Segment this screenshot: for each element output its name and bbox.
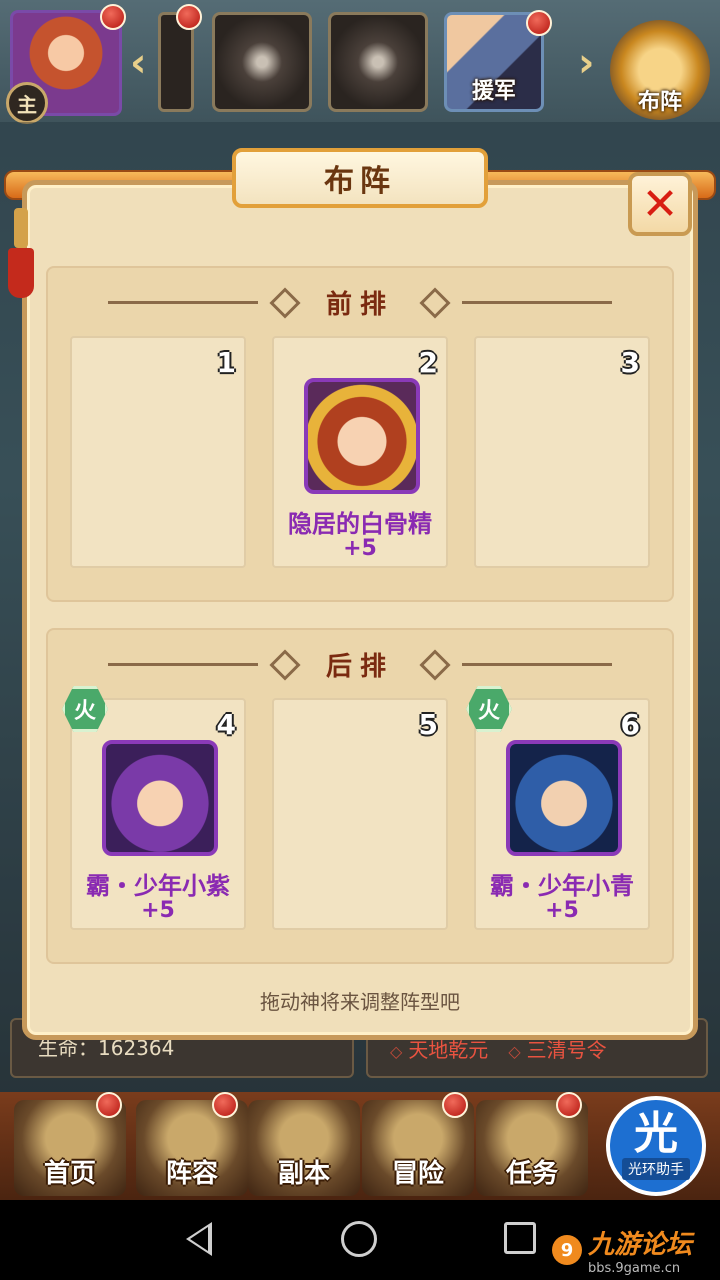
front-row-header: 前排 (48, 284, 672, 321)
diamond-icon: ◇ (390, 1041, 403, 1061)
watermark-title: 九游论坛 (588, 1230, 693, 1260)
nav-dungeon[interactable]: 副本 (248, 1100, 360, 1196)
modal-title: 布阵 (324, 164, 396, 199)
halo-assistant-icon: 光 (634, 1108, 678, 1159)
arrow-left-icon[interactable]: ‹ (130, 40, 146, 86)
back-icon[interactable] (186, 1222, 212, 1256)
halo-assistant-label: 光环助手 (622, 1158, 690, 1180)
nav-dungeon-label: 副本 (277, 1159, 330, 1189)
drag-hint: 拖动神将来调整阵型吧 (260, 990, 460, 1014)
close-icon: ✕ (641, 178, 679, 230)
recent-apps-icon[interactable] (504, 1222, 536, 1254)
nav-lineup-label: 阵容 (165, 1159, 218, 1189)
ornament-icon (269, 286, 301, 319)
slot-number: 6 (620, 708, 640, 741)
ornament-icon (419, 286, 451, 319)
formation-slot-5[interactable]: 5 (272, 698, 448, 930)
ornament-icon (419, 648, 451, 681)
nine-game-logo-icon: 9 (552, 1235, 582, 1265)
hero-bonus: +5 (343, 536, 377, 561)
slot-number: 4 (216, 708, 236, 741)
hero-portrait[interactable] (304, 378, 420, 494)
nav-quest-label: 任务 (505, 1159, 558, 1189)
hero-name: 霸・少年小紫 (86, 872, 230, 900)
slot-number: 5 (418, 708, 438, 741)
nav-home-label: 首页 (43, 1159, 96, 1189)
hero-bonus: +5 (141, 898, 175, 923)
notification-dot-icon (100, 4, 126, 30)
formation-button[interactable]: 布阵 (610, 20, 710, 120)
close-button[interactable]: ✕ (628, 172, 692, 236)
notification-dot-icon (96, 1092, 122, 1118)
notification-dot-icon (212, 1092, 238, 1118)
back-row-section: 后排 4 霸・少年小紫 +5 5 6 霸・少年小青 +5 (46, 628, 674, 964)
tag-1-label: 天地乾元 (408, 1037, 489, 1062)
top-bar: 主 ‹ 援军 › 布阵 (0, 0, 720, 124)
halo-assistant-button[interactable]: 光 光环助手 (606, 1096, 706, 1196)
hero-bonus: +5 (545, 898, 579, 923)
watermark-url: bbs.9game.cn (588, 1261, 681, 1276)
notification-dot-icon (442, 1092, 468, 1118)
hero-portrait[interactable] (506, 740, 622, 856)
notification-dot-icon (176, 4, 202, 30)
formation-label: 布阵 (637, 90, 682, 115)
formation-slot-3[interactable]: 3 (474, 336, 650, 568)
empty-hero-slot[interactable] (328, 12, 428, 112)
notification-dot-icon (526, 10, 552, 36)
back-row-label: 后排 (325, 652, 394, 682)
main-badge: 主 (6, 82, 48, 124)
watermark: 9 九游论坛 bbs.9game.cn (552, 1224, 692, 1276)
front-row-section: 前排 1 2 隐居的白骨精 +5 3 (46, 266, 674, 602)
notification-dot-icon (556, 1092, 582, 1118)
modal-title-plate: 布阵 (232, 148, 488, 208)
slot-number: 3 (620, 346, 640, 379)
ornament-icon (269, 648, 301, 681)
tassel-icon (6, 208, 36, 298)
tag-2-label: 三清号令 (526, 1037, 607, 1062)
formation-slot-2[interactable]: 2 隐居的白骨精 +5 (272, 336, 448, 568)
nav-adventure-label: 冒险 (391, 1159, 444, 1189)
diamond-icon: ◇ (508, 1041, 521, 1061)
hero-portrait[interactable] (102, 740, 218, 856)
hero-name: 霸・少年小青 (490, 872, 634, 900)
back-row-header: 后排 (48, 646, 672, 683)
formation-slot-4[interactable]: 4 霸・少年小紫 +5 (70, 698, 246, 930)
slot-number: 2 (418, 346, 438, 379)
empty-hero-slot[interactable] (212, 12, 312, 112)
formation-slot-1[interactable]: 1 (70, 336, 246, 568)
arrow-right-icon[interactable]: › (578, 40, 594, 86)
formation-slot-6[interactable]: 6 霸・少年小青 +5 (474, 698, 650, 930)
front-row-label: 前排 (325, 290, 394, 320)
slot-number: 1 (216, 346, 236, 379)
hero-name: 隐居的白骨精 (288, 510, 432, 538)
helper-label: 援军 (471, 79, 516, 104)
home-icon[interactable] (341, 1221, 377, 1257)
